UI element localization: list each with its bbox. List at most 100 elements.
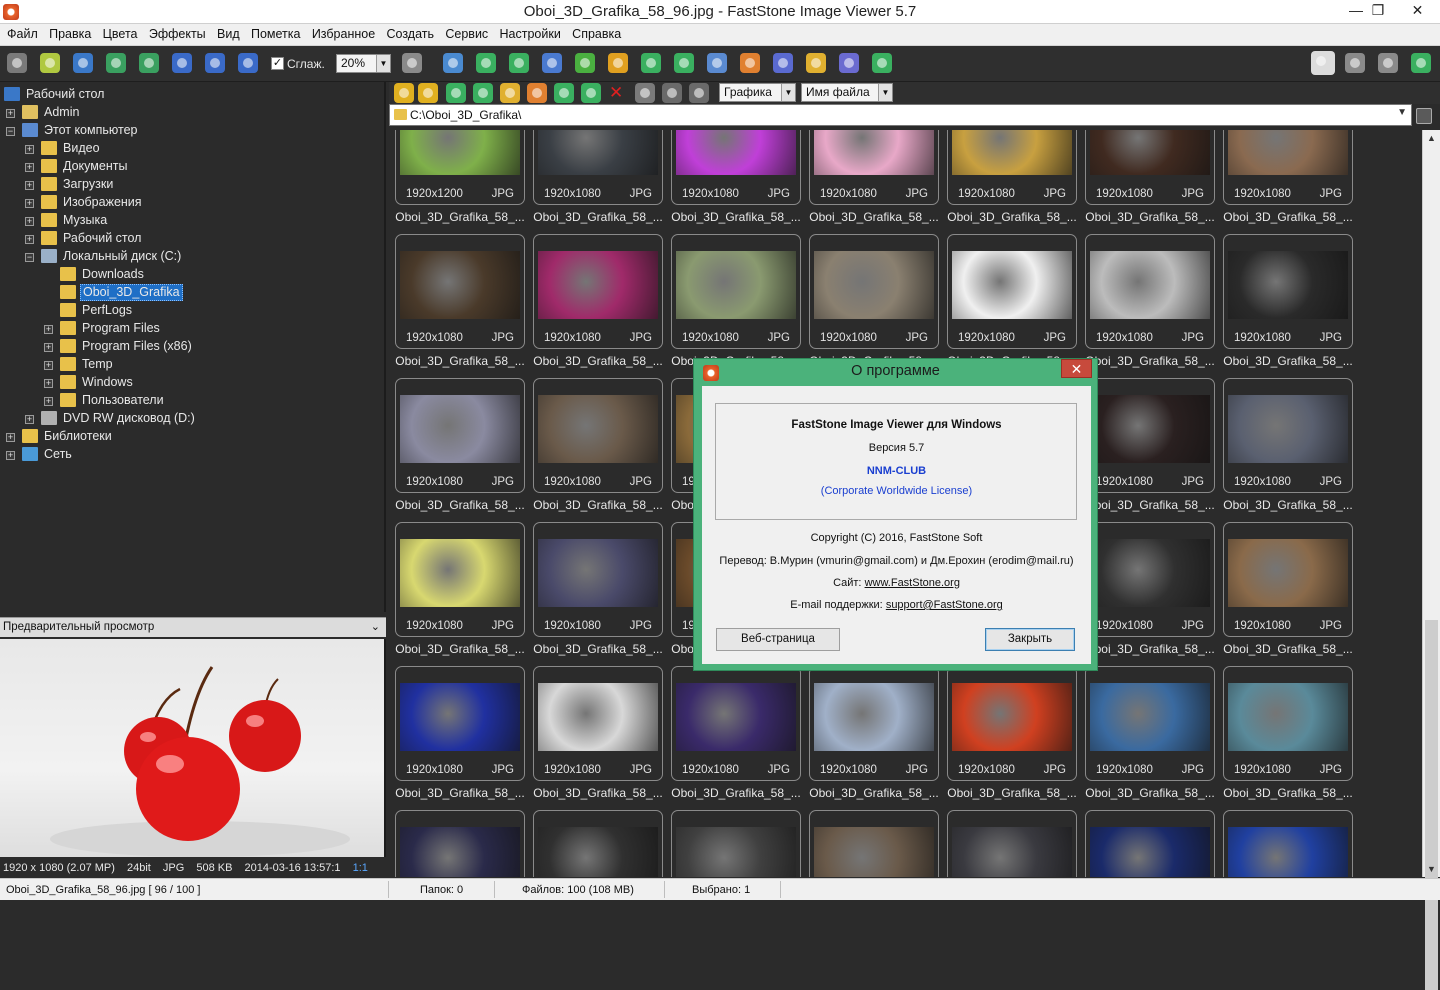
thumbnail-filename[interactable]: Oboi_3D_Grafika_58_...: [1085, 210, 1215, 224]
hand-tool-icon[interactable]: [402, 53, 422, 73]
tree-item[interactable]: + Temp: [0, 356, 384, 374]
tree-item[interactable]: + Музыка: [0, 212, 384, 230]
thumbnail[interactable]: 1920x1080 JPG: [1085, 130, 1215, 205]
thumbnail[interactable]: 1920x1080 JPG: [1223, 522, 1353, 637]
move-to-icon[interactable]: [509, 53, 529, 73]
chevron-down-icon[interactable]: ▼: [781, 84, 795, 101]
menu-tag[interactable]: Пометка: [247, 24, 305, 41]
collapse-icon[interactable]: −: [6, 127, 15, 136]
thumbnail[interactable]: 1920x1080 JPG: [1085, 234, 1215, 349]
slideshow-icon[interactable]: [443, 53, 463, 73]
thumbnail-filename[interactable]: Oboi_3D_Grafika_58_...: [395, 354, 525, 368]
thumbnail[interactable]: 1920x1080 JPG: [809, 666, 939, 781]
thumbnail[interactable]: 1920x1080 JPG: [809, 130, 939, 205]
tree-item[interactable]: + Сеть: [0, 446, 384, 464]
browser-mode-icon[interactable]: [1311, 51, 1335, 75]
thumbnail-filename[interactable]: Oboi_3D_Grafika_58_...: [671, 210, 801, 224]
back-icon[interactable]: [394, 83, 414, 103]
flip-icon[interactable]: [707, 53, 727, 73]
menu-file[interactable]: Файл: [3, 24, 42, 41]
tree-item[interactable]: + Видео: [0, 140, 384, 158]
expand-icon[interactable]: +: [44, 379, 53, 388]
copy-to-icon[interactable]: [476, 53, 496, 73]
crop-icon[interactable]: [773, 53, 793, 73]
web-page-button[interactable]: Веб-страница: [716, 628, 840, 651]
thumbnail-filename[interactable]: Oboi_3D_Grafika_58_...: [947, 210, 1077, 224]
expand-icon[interactable]: +: [25, 199, 34, 208]
tree-item[interactable]: + Admin: [0, 104, 384, 122]
chevron-down-icon[interactable]: ▼: [878, 84, 892, 101]
tree-item[interactable]: − Этот компьютер: [0, 122, 384, 140]
thumbnail[interactable]: 1920x1080 JPG: [671, 234, 801, 349]
compare-icon[interactable]: [542, 53, 562, 73]
folder-tree[interactable]: Рабочий стол + Admin − Этот компьютер + Видео +…: [0, 82, 386, 612]
thumbnail[interactable]: 1920x1080 JPG: [533, 666, 663, 781]
expand-icon[interactable]: +: [25, 145, 34, 154]
thumbnail-filename[interactable]: Oboi_3D_Grafika_58_...: [395, 498, 525, 512]
thumbnail[interactable]: [671, 810, 801, 877]
email-icon[interactable]: [575, 53, 595, 73]
thumbnail-filename[interactable]: Oboi_3D_Grafika_58_...: [1223, 354, 1353, 368]
tree-item[interactable]: PerfLogs: [0, 302, 384, 320]
thumbnail[interactable]: 1920x1080 JPG: [809, 234, 939, 349]
thumbnail[interactable]: 1920x1080 JPG: [1223, 666, 1353, 781]
layout-icon[interactable]: [1345, 53, 1365, 73]
print-icon[interactable]: [839, 53, 859, 73]
zoom-in-icon[interactable]: [172, 53, 192, 73]
menu-help[interactable]: Справка: [568, 24, 625, 41]
thumbnail-filename[interactable]: Oboi_3D_Grafika_58_...: [671, 786, 801, 800]
thumbnail-filename[interactable]: Oboi_3D_Grafika_58_...: [1085, 642, 1215, 656]
thumbnails-view-icon[interactable]: [635, 83, 655, 103]
email-link[interactable]: support@FastStone.org: [886, 599, 1003, 611]
thumbnail-filename[interactable]: Oboi_3D_Grafika_58_...: [395, 210, 525, 224]
expand-icon[interactable]: +: [25, 181, 34, 190]
tree-item[interactable]: + Загрузки: [0, 176, 384, 194]
expand-icon[interactable]: +: [6, 451, 15, 460]
thumbnail-filename[interactable]: Oboi_3D_Grafika_58_...: [395, 642, 525, 656]
delete-icon[interactable]: ✕: [609, 83, 623, 103]
tree-item[interactable]: + Документы: [0, 158, 384, 176]
thumbnail[interactable]: [947, 810, 1077, 877]
thumbnail[interactable]: 1920x1080 JPG: [1223, 130, 1353, 205]
expand-icon[interactable]: +: [25, 163, 34, 172]
vertical-scrollbar[interactable]: ▲ ▼: [1422, 130, 1440, 990]
expand-icon[interactable]: +: [44, 397, 53, 406]
thumbnail-filename[interactable]: Oboi_3D_Grafika_58_...: [947, 786, 1077, 800]
close-button[interactable]: Закрыть: [985, 628, 1075, 651]
close-window-button[interactable]: ✕: [1395, 0, 1440, 21]
thumbnail[interactable]: 1920x1080 JPG: [947, 666, 1077, 781]
file-type-combo[interactable]: Графика ▼: [719, 83, 796, 102]
copy-icon[interactable]: [554, 83, 574, 103]
actual-size-icon[interactable]: [238, 53, 258, 73]
expand-icon[interactable]: +: [44, 343, 53, 352]
rotate-left-icon[interactable]: [641, 53, 661, 73]
expand-icon[interactable]: +: [44, 361, 53, 370]
collapse-icon[interactable]: −: [25, 253, 34, 262]
scrollbar-thumb[interactable]: [1425, 620, 1438, 990]
thumbnail[interactable]: 1920x1080 JPG: [671, 666, 801, 781]
expand-icon[interactable]: +: [6, 109, 15, 118]
smooth-checkbox[interactable]: ✓: [271, 57, 284, 70]
thumbnail[interactable]: 1920x1080 JPG: [671, 130, 801, 205]
thumbnail-filename[interactable]: Oboi_3D_Grafika_58_...: [533, 786, 663, 800]
browse-folder-icon[interactable]: [40, 53, 60, 73]
thumbnail-filename[interactable]: Oboi_3D_Grafika_58_...: [533, 498, 663, 512]
thumbnail-filename[interactable]: Oboi_3D_Grafika_58_...: [1223, 498, 1353, 512]
move-icon[interactable]: [581, 83, 601, 103]
thumbnail[interactable]: 1920x1080 JPG: [395, 522, 525, 637]
expand-icon[interactable]: +: [25, 235, 34, 244]
thumbnail-filename[interactable]: Oboi_3D_Grafika_58_...: [1085, 786, 1215, 800]
chevron-down-icon[interactable]: ▼: [376, 55, 390, 72]
thumbnail[interactable]: 1920x1080 JPG: [395, 234, 525, 349]
open-icon[interactable]: [7, 53, 27, 73]
tree-item[interactable]: + Windows: [0, 374, 384, 392]
forward-icon[interactable]: [418, 83, 438, 103]
new-folder-icon[interactable]: [500, 83, 520, 103]
tree-item[interactable]: + Библиотеки: [0, 428, 384, 446]
collapse-icon[interactable]: ⌄: [371, 620, 380, 633]
thumbnail[interactable]: [533, 810, 663, 877]
tree-item[interactable]: + DVD RW дисковод (D:): [0, 410, 384, 428]
list-view-icon[interactable]: [689, 83, 709, 103]
fit-window-icon[interactable]: [1411, 53, 1431, 73]
thumbnail-filename[interactable]: Oboi_3D_Grafika_58_...: [1223, 786, 1353, 800]
